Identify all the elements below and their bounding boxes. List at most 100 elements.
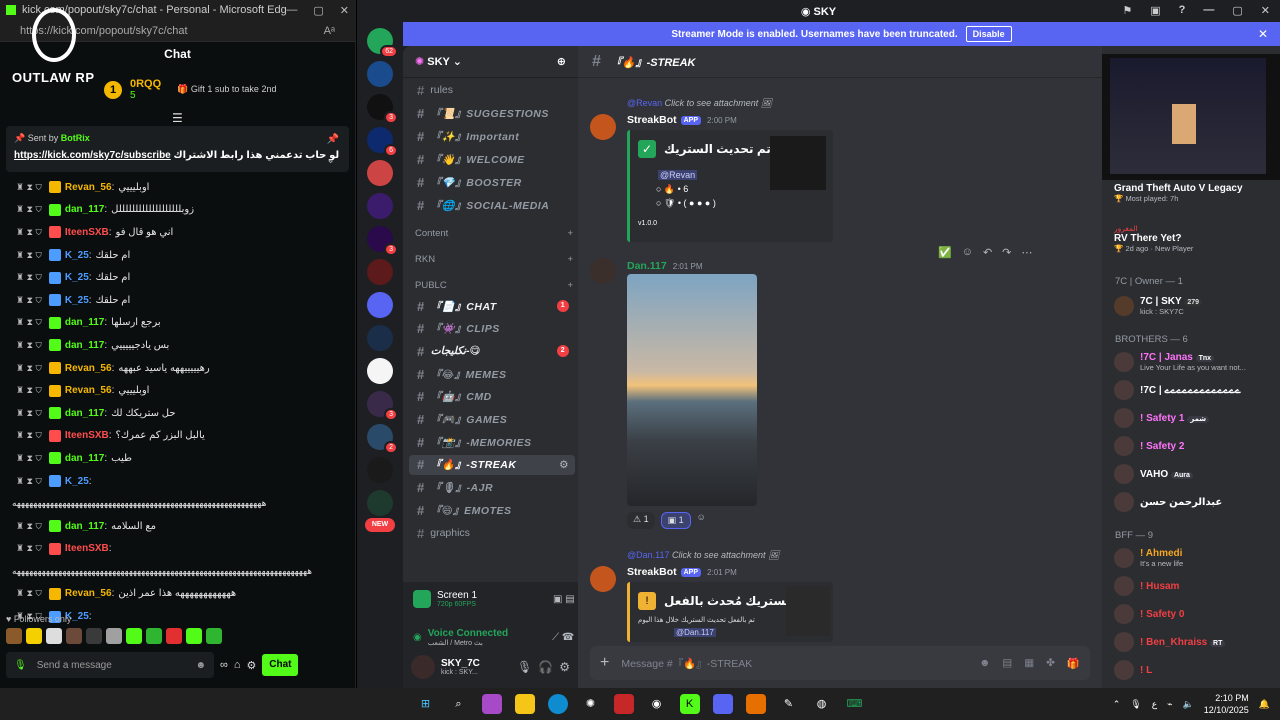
- server-icon[interactable]: [367, 160, 393, 186]
- send-message-input[interactable]: 🎙 Send a message ☻: [6, 652, 214, 678]
- streakbot-avatar[interactable]: [590, 566, 616, 592]
- emote[interactable]: [26, 628, 42, 644]
- server-icon[interactable]: [367, 490, 393, 516]
- emote[interactable]: [126, 628, 142, 644]
- emote[interactable]: [46, 628, 62, 644]
- gear-icon[interactable]: ⚙: [247, 659, 257, 672]
- server-icon[interactable]: 2: [367, 424, 398, 454]
- disable-button[interactable]: Disable: [965, 26, 1012, 42]
- volume-icon[interactable]: 🔈: [1183, 699, 1194, 710]
- channel-item[interactable]: # 『💎』BOOSTER: [409, 172, 575, 192]
- reply-preview[interactable]: @Revan Click to see attachment 🖼: [627, 98, 772, 109]
- chat-username[interactable]: dan_117: [65, 521, 104, 532]
- emote[interactable]: [146, 628, 162, 644]
- channel-item[interactable]: # 『🤖』CMD: [409, 387, 575, 407]
- channel-item[interactable]: # 『📜』SUGGESTIONS: [409, 103, 575, 123]
- gift-leaderboard[interactable]: 1 0RQQ 5 🎁 Gift 1 sub to take 2nd: [104, 78, 276, 101]
- minimize-icon[interactable]: —: [286, 4, 297, 17]
- flag-icon[interactable]: ⚑: [1122, 4, 1132, 17]
- chat-username[interactable]: dan_117: [65, 453, 104, 464]
- member-item[interactable]: عبدالرحمن حسن: [1114, 490, 1274, 514]
- network-icon[interactable]: ⌁: [1167, 699, 1172, 710]
- chat-username[interactable]: K_25: [65, 272, 89, 283]
- member-item[interactable]: ! Safety 2: [1114, 434, 1274, 458]
- emote[interactable]: [106, 628, 122, 644]
- close-icon[interactable]: ✕: [1261, 4, 1270, 17]
- channel-category[interactable]: RKN +: [415, 254, 573, 265]
- chat-username[interactable]: Revan_56: [65, 182, 112, 193]
- server-icon[interactable]: [367, 325, 393, 351]
- apps-icon[interactable]: ✤: [1046, 657, 1055, 669]
- server-icon[interactable]: 3: [367, 226, 398, 256]
- chat-username[interactable]: dan_117: [65, 204, 104, 215]
- minimize-icon[interactable]: —: [1203, 4, 1214, 17]
- start-icon[interactable]: ⊞: [416, 694, 436, 714]
- help-icon[interactable]: ?: [1179, 4, 1186, 17]
- kick-app-icon[interactable]: K: [679, 694, 700, 714]
- reaction-pill[interactable]: ⚠ 1: [627, 512, 655, 529]
- gift-icon[interactable]: 🎁: [1067, 657, 1080, 670]
- edge-icon[interactable]: [547, 694, 568, 714]
- channel-item[interactable]: # graphics: [409, 523, 575, 543]
- member-item[interactable]: ! Ben_Khraiss RT: [1114, 630, 1274, 654]
- server-icon[interactable]: [367, 193, 393, 219]
- inbox-icon[interactable]: ▣: [1150, 4, 1160, 17]
- chat-username[interactable]: IteenSXB: [65, 430, 109, 441]
- emoji-icon[interactable]: ☻: [195, 660, 206, 671]
- reply-preview[interactable]: @Dan.117 Click to see attachment 🖼: [627, 550, 780, 561]
- paint-icon[interactable]: ✎: [779, 694, 799, 714]
- member-item[interactable]: !7C | Janas Tnx Live Your Life as you wan…: [1114, 350, 1274, 374]
- chat-username[interactable]: dan_117: [65, 408, 104, 419]
- channel-item[interactable]: # 『👾』CLIPS: [409, 319, 575, 339]
- emote[interactable]: [166, 628, 182, 644]
- chat-username[interactable]: Revan_56: [65, 363, 112, 374]
- gif-icon[interactable]: ▤: [1002, 657, 1012, 669]
- channel-item[interactable]: # 『🎙』-AJR: [409, 478, 575, 498]
- channel-settings-icon[interactable]: ⚙: [559, 459, 569, 471]
- chat-username[interactable]: Revan_56: [65, 588, 112, 599]
- server-icon[interactable]: [367, 358, 393, 384]
- pin-icon[interactable]: 📌: [327, 134, 339, 145]
- loop-icon[interactable]: ∞: [220, 659, 228, 671]
- channel-item[interactable]: # 『📄』CHAT 1: [409, 296, 575, 316]
- chat-username[interactable]: K_25: [65, 295, 89, 306]
- chat-username[interactable]: Revan_56: [65, 385, 112, 396]
- member-item[interactable]: ! Husam: [1114, 574, 1274, 598]
- headset-icon[interactable]: 🎧: [538, 660, 553, 674]
- channel-item[interactable]: # 『😄』EMOTES: [409, 500, 575, 520]
- chat-username[interactable]: K_25: [65, 476, 89, 487]
- composer-placeholder[interactable]: Message #『🔥』-STREAK: [621, 656, 967, 671]
- member-item[interactable]: ! Ahmedi It's a new life: [1114, 546, 1274, 570]
- close-icon[interactable]: ✕: [340, 4, 349, 17]
- add-reaction-icon[interactable]: ☺: [697, 512, 706, 529]
- maximize-icon[interactable]: ▢: [313, 4, 323, 17]
- emote[interactable]: [86, 628, 102, 644]
- chat-username[interactable]: K_25: [65, 250, 89, 261]
- notification-icon[interactable]: 🔔: [1259, 699, 1270, 710]
- obs-icon[interactable]: ◉: [647, 694, 667, 714]
- channel-category[interactable]: Content +: [415, 228, 573, 239]
- store-icon[interactable]: ⌂: [234, 659, 241, 671]
- app-icon[interactable]: ☻: [979, 657, 990, 669]
- server-icon[interactable]: 3: [367, 391, 398, 421]
- server-icon[interactable]: 62: [367, 28, 398, 58]
- channel-item[interactable]: # 『✨』Important: [409, 126, 575, 146]
- server-icon[interactable]: [367, 292, 393, 318]
- emote[interactable]: [66, 628, 82, 644]
- avatar[interactable]: [411, 655, 435, 679]
- stream-preview[interactable]: [1102, 54, 1280, 180]
- maximize-icon[interactable]: ▢: [1232, 4, 1242, 17]
- channel-category[interactable]: PUBLC +: [415, 280, 573, 291]
- search-icon[interactable]: ⌕: [449, 694, 469, 714]
- terminal-icon[interactable]: ⌨: [845, 694, 865, 714]
- emote[interactable]: [6, 628, 22, 644]
- add-member-icon[interactable]: ⊕: [557, 55, 566, 68]
- language-indicator[interactable]: ع: [1152, 699, 1157, 710]
- channel-item[interactable]: # 『😂』MEMES: [409, 364, 575, 384]
- steam-icon[interactable]: ◍: [812, 694, 832, 714]
- server-icon[interactable]: [367, 259, 393, 285]
- reaction-pill[interactable]: ▣ 1: [660, 512, 691, 529]
- subscribe-link[interactable]: https://kick.com/sky7c/subscribe: [14, 150, 171, 161]
- channel-item[interactable]: # 『🔥』-STREAK ⚙: [409, 454, 575, 475]
- close-banner-icon[interactable]: ✕: [1258, 27, 1268, 41]
